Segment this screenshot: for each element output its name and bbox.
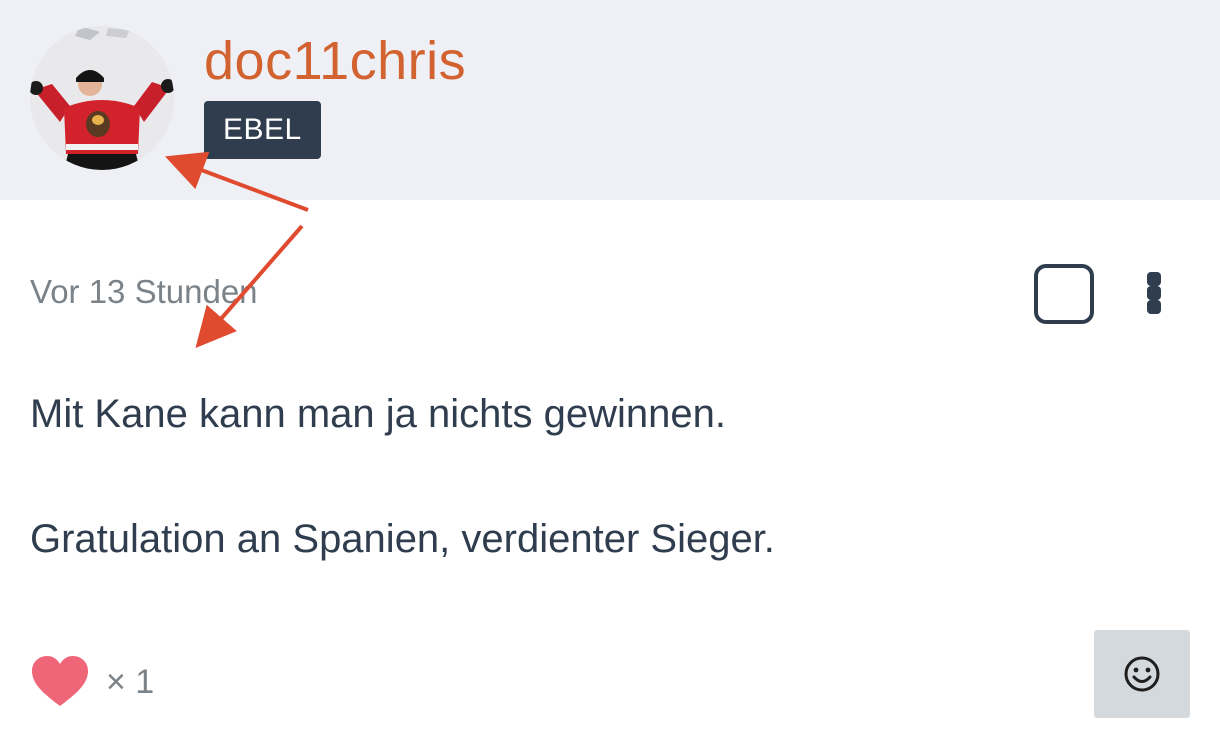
post-body-line: Gratulation an Spanien, verdienter Siege… [30, 517, 775, 561]
username[interactable]: doc11chris [204, 30, 466, 92]
post-timestamp: Vor 13 Stunden [30, 273, 258, 310]
post-header: doc11chris EBEL [0, 0, 1220, 200]
smiley-icon [1124, 656, 1160, 692]
user-badge: EBEL [204, 101, 321, 159]
menu-dot [1147, 300, 1161, 314]
hockey-player-avatar-icon [30, 26, 174, 170]
menu-dot [1147, 286, 1161, 300]
reaction-count: × 1 [106, 663, 155, 701]
post-body-line: Mit Kane kann man ja nichts gewinnen. [30, 392, 726, 436]
heart-icon[interactable] [30, 654, 90, 708]
menu-dot [1147, 272, 1161, 286]
checkbox-square-icon[interactable] [1034, 264, 1094, 324]
more-vertical-icon[interactable] [1146, 272, 1162, 314]
add-reaction-button[interactable] [1094, 630, 1190, 718]
avatar[interactable] [30, 26, 174, 170]
